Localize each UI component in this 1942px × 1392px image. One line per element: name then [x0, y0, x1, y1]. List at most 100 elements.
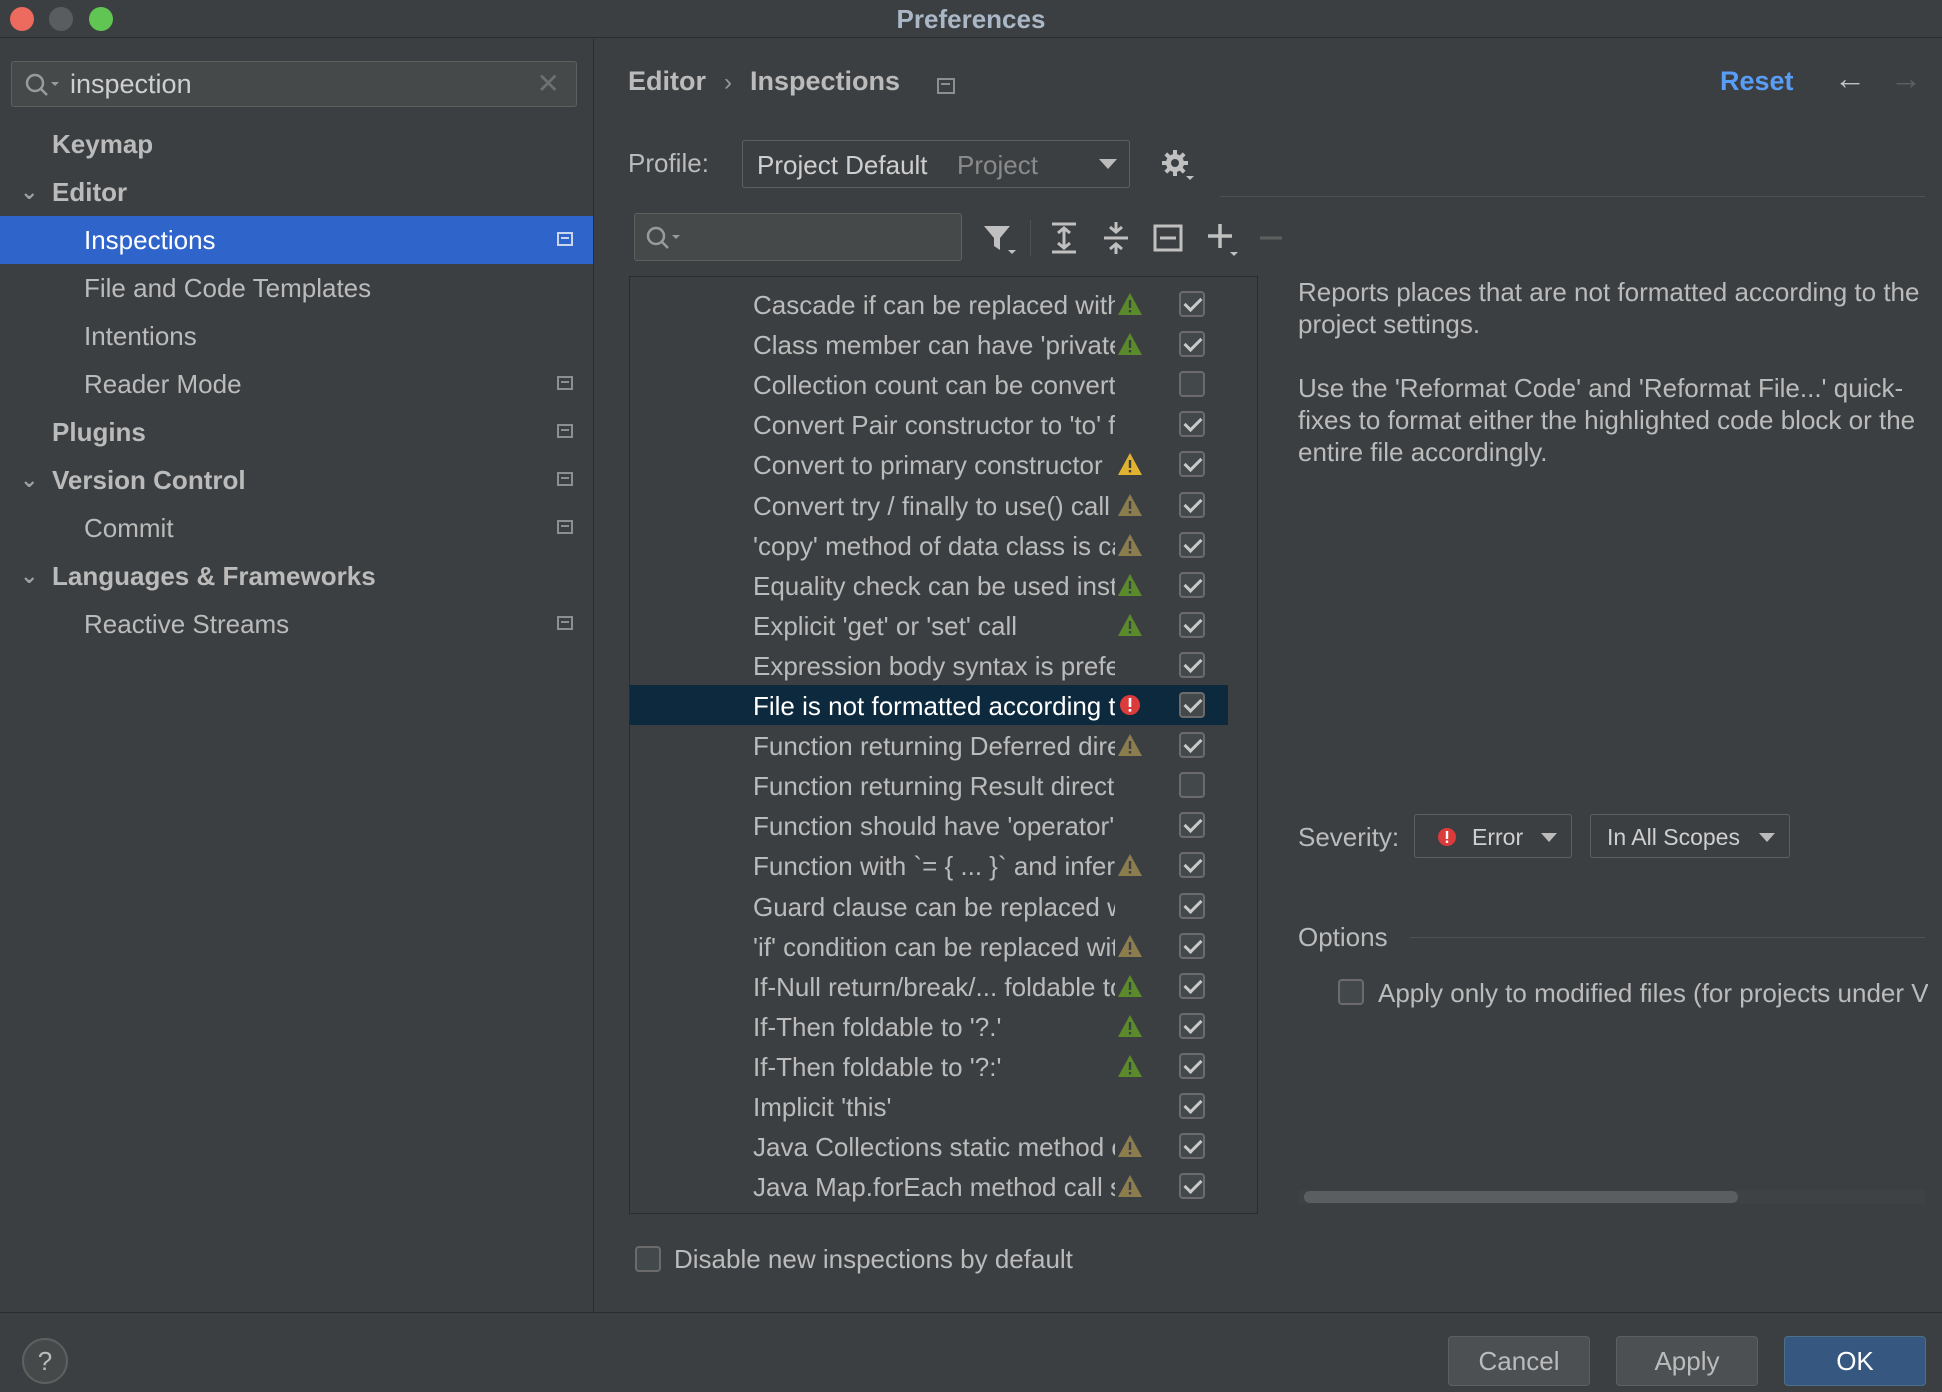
- expand-all-icon[interactable]: [1044, 218, 1084, 258]
- inspection-row[interactable]: Guard clause can be replaced with Kotlin…: [630, 886, 1228, 926]
- sidebar-item-commit[interactable]: Commit: [0, 504, 593, 552]
- inspection-row[interactable]: Implicit 'this': [630, 1086, 1228, 1126]
- sidebar-item-label: Editor: [52, 177, 128, 207]
- chevron-down-icon[interactable]: ⌄: [20, 168, 44, 216]
- inspection-row[interactable]: Equality check can be used instead of 'i…: [630, 565, 1228, 605]
- error-icon: [1120, 695, 1140, 715]
- inspection-enabled-checkbox[interactable]: [1179, 571, 1205, 598]
- sidebar-item-reader-mode[interactable]: Reader Mode: [0, 360, 593, 408]
- inspection-filter-input[interactable]: [634, 213, 962, 261]
- inspection-row[interactable]: Convert to primary constructor: [630, 444, 1228, 484]
- project-level-icon: [557, 616, 573, 630]
- weak-warning-icon: [1118, 613, 1142, 636]
- inspection-enabled-checkbox[interactable]: [1179, 611, 1205, 638]
- settings-search-field[interactable]: inspection ✕: [11, 61, 577, 107]
- inspection-enabled-checkbox[interactable]: [1179, 371, 1205, 398]
- inspection-enabled-checkbox[interactable]: [1179, 692, 1205, 718]
- search-icon: [25, 73, 59, 96]
- inspection-row[interactable]: If-Null return/break/... foldable to '?:…: [630, 966, 1228, 1006]
- scope-dropdown[interactable]: In All Scopes: [1590, 814, 1790, 858]
- inspection-row[interactable]: Explicit 'get' or 'set' call: [630, 605, 1228, 645]
- chevron-down-icon[interactable]: ⌄: [20, 552, 44, 600]
- inspection-enabled-checkbox[interactable]: [1179, 972, 1205, 999]
- inspection-label: Java Collections static method call can …: [753, 1132, 1115, 1163]
- inspection-enabled-checkbox[interactable]: [1179, 852, 1205, 879]
- inspection-row[interactable]: Cascade if can be replaced with when: [630, 284, 1228, 324]
- inspection-row[interactable]: Class member can have 'private' visibili…: [630, 324, 1228, 364]
- inspection-enabled-checkbox[interactable]: [1179, 1173, 1205, 1200]
- disable-new-inspections-checkbox[interactable]: [635, 1246, 661, 1272]
- inspection-enabled-checkbox[interactable]: [1179, 451, 1205, 478]
- sidebar-item-editor[interactable]: ⌄ Editor: [0, 168, 593, 216]
- inspection-row[interactable]: 'if' condition can be replaced with lamb…: [630, 926, 1228, 966]
- ok-button[interactable]: OK: [1784, 1336, 1926, 1386]
- sidebar-item-inspections[interactable]: Inspections: [0, 216, 593, 264]
- inspection-label: Convert Pair constructor to 'to' functio…: [753, 410, 1115, 441]
- inspection-label: Function returning Deferred directly: [753, 731, 1115, 762]
- inspection-enabled-checkbox[interactable]: [1179, 531, 1205, 558]
- inspection-enabled-checkbox[interactable]: [1179, 1012, 1205, 1039]
- forward-arrow-icon[interactable]: →: [1890, 60, 1922, 97]
- apply-button[interactable]: Apply: [1616, 1336, 1758, 1386]
- sidebar-item-version-control[interactable]: ⌄ Version Control: [0, 456, 593, 504]
- reset-to-default-icon[interactable]: [1148, 218, 1188, 258]
- apply-modified-label[interactable]: Apply only to modified files (for projec…: [1378, 978, 1928, 1009]
- chevron-down-icon[interactable]: ⌄: [20, 456, 44, 504]
- inspection-row[interactable]: Expression body syntax is preferable her…: [630, 645, 1228, 685]
- inspection-row[interactable]: If-Then foldable to '?.': [630, 1006, 1228, 1046]
- inspection-row[interactable]: Function returning Deferred directly: [630, 725, 1228, 765]
- cancel-button[interactable]: Cancel: [1448, 1336, 1590, 1386]
- reset-link[interactable]: Reset: [1720, 66, 1794, 97]
- settings-search-value[interactable]: inspection: [70, 69, 192, 100]
- filter-icon[interactable]: [980, 218, 1020, 258]
- inspection-label: If-Then foldable to '?.': [753, 1011, 1002, 1042]
- inspection-row[interactable]: Java Collections static method call can …: [630, 1126, 1228, 1166]
- inspection-enabled-checkbox[interactable]: [1179, 651, 1205, 678]
- collapse-all-icon[interactable]: [1096, 218, 1136, 258]
- inspection-enabled-checkbox[interactable]: [1179, 772, 1205, 799]
- inspections-list[interactable]: Cascade if can be replaced with when Clas…: [629, 276, 1258, 1214]
- inspection-enabled-checkbox[interactable]: [1179, 491, 1205, 518]
- inspection-row[interactable]: Java Map.forEach method call should be r…: [630, 1166, 1228, 1206]
- sidebar-item-languages-frameworks[interactable]: ⌄ Languages & Frameworks: [0, 552, 593, 600]
- back-arrow-icon[interactable]: ←: [1834, 60, 1866, 97]
- inspection-row[interactable]: Convert Pair constructor to 'to' functio…: [630, 404, 1228, 444]
- apply-modified-checkbox[interactable]: [1338, 979, 1364, 1005]
- inspection-row[interactable]: If-Then foldable to '?:': [630, 1046, 1228, 1086]
- severity-dropdown[interactable]: Error: [1414, 814, 1572, 858]
- inspection-enabled-checkbox[interactable]: [1179, 932, 1205, 959]
- clear-search-icon[interactable]: ✕: [537, 67, 560, 100]
- sidebar-item-intentions[interactable]: Intentions: [0, 312, 593, 360]
- inspection-row[interactable]: File is not formatted according to proje…: [630, 685, 1228, 725]
- options-heading: Options: [1298, 922, 1388, 952]
- remove-icon[interactable]: [1252, 218, 1292, 258]
- inspection-enabled-checkbox[interactable]: [1179, 411, 1205, 438]
- inspection-enabled-checkbox[interactable]: [1179, 812, 1205, 839]
- inspection-row[interactable]: Collection count can be converted to siz…: [630, 364, 1228, 404]
- profile-dropdown[interactable]: Project Default Project: [742, 140, 1130, 188]
- inspection-row[interactable]: Function with `= { ... }` and inferred r…: [630, 845, 1228, 885]
- project-level-icon: [557, 232, 573, 246]
- inspection-enabled-checkbox[interactable]: [1179, 291, 1205, 317]
- breadcrumb-editor[interactable]: Editor: [628, 66, 706, 96]
- inspection-row[interactable]: Convert try / finally to use() call: [630, 485, 1228, 525]
- inspection-enabled-checkbox[interactable]: [1179, 1052, 1205, 1079]
- sidebar-item-plugins[interactable]: Plugins: [0, 408, 593, 456]
- inspection-enabled-checkbox[interactable]: [1179, 732, 1205, 759]
- inspection-row[interactable]: Function should have 'operator' modifier: [630, 805, 1228, 845]
- add-icon[interactable]: [1202, 218, 1242, 258]
- inspection-row[interactable]: Function returning Result directly: [630, 765, 1228, 805]
- sidebar-item-reactive-streams[interactable]: Reactive Streams: [0, 600, 593, 648]
- project-level-icon: [557, 472, 573, 486]
- inspection-enabled-checkbox[interactable]: [1179, 1093, 1205, 1119]
- help-button[interactable]: ?: [22, 1338, 68, 1384]
- disable-new-inspections-label[interactable]: Disable new inspections by default: [674, 1244, 1073, 1275]
- inspection-enabled-checkbox[interactable]: [1179, 892, 1205, 919]
- inspection-enabled-checkbox[interactable]: [1179, 331, 1205, 358]
- sidebar-item-keymap[interactable]: Keymap: [0, 120, 593, 168]
- options-scrollbar[interactable]: [1304, 1191, 1738, 1203]
- sidebar-item-file-and-code-templates[interactable]: File and Code Templates: [0, 264, 593, 312]
- inspection-enabled-checkbox[interactable]: [1179, 1133, 1205, 1160]
- inspection-row[interactable]: 'copy' method of data class is called: [630, 525, 1228, 565]
- gear-icon[interactable]: [1160, 148, 1196, 184]
